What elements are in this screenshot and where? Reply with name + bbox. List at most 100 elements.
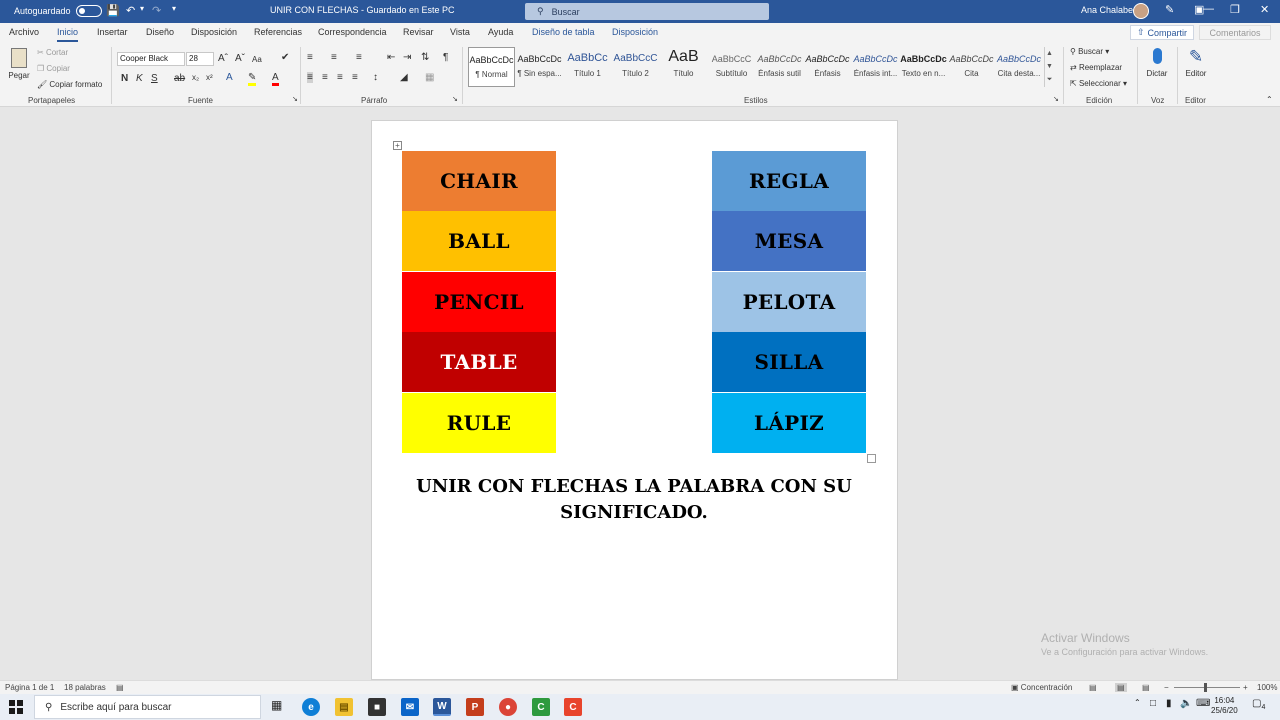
paste-button[interactable]: Pegar [8, 48, 30, 80]
close-icon[interactable]: ✕ [1260, 3, 1269, 16]
chrome-icon[interactable]: ● [499, 698, 517, 716]
tab-archivo[interactable]: Archivo [9, 27, 39, 37]
customize-toolbar-icon[interactable]: ▾ [172, 4, 176, 13]
undo-icon[interactable]: ↶ [126, 4, 135, 17]
taskbar-search-box[interactable]: ⚲ Escribe aquí para buscar [34, 695, 261, 719]
recorder-icon[interactable]: C [564, 698, 582, 716]
english-word-cell[interactable]: CHAIR [402, 151, 556, 211]
avatar[interactable] [1133, 3, 1149, 19]
clear-format-icon[interactable]: ✔ [281, 52, 289, 63]
multilevel-list-icon[interactable]: ≡ [356, 52, 362, 63]
style-enfasis-sutil[interactable]: AaBbCcDc Énfasis sutil [756, 47, 803, 87]
grow-font-icon[interactable]: Aˆ [218, 53, 228, 64]
change-case-button[interactable]: Aa [252, 55, 262, 64]
edge-icon[interactable]: e [302, 698, 320, 716]
read-mode-icon[interactable]: ▤ [1089, 683, 1097, 692]
english-word-cell[interactable]: BALL [402, 211, 556, 271]
format-painter-button[interactable]: 🖌 Copiar formato [37, 80, 102, 89]
page-count[interactable]: Página 1 de 1 [5, 683, 54, 692]
table-move-handle-icon[interactable]: + [393, 141, 402, 150]
superscript-icon[interactable]: x² [206, 73, 213, 82]
highlight-icon[interactable]: ✎ [248, 72, 257, 86]
user-name[interactable]: Ana Chalabe [1081, 5, 1133, 15]
style-cita[interactable]: AaBbCcDc Cita [948, 47, 995, 87]
spanish-word-cell[interactable]: PELOTA [712, 272, 866, 332]
underline-button[interactable]: S [151, 73, 158, 84]
numbering-icon[interactable]: ≡ [331, 52, 337, 63]
tab-correspondencia[interactable]: Correspondencia [318, 27, 387, 37]
file-explorer-icon[interactable]: ▤ [335, 698, 353, 716]
zoom-out-icon[interactable]: − [1164, 683, 1169, 692]
autosave-toggle-area[interactable]: Autoguardado [14, 5, 102, 17]
borders-icon[interactable]: ▦ [425, 72, 434, 83]
word-icon[interactable]: W [433, 698, 451, 716]
english-word-cell[interactable]: TABLE [402, 332, 556, 392]
restore-icon[interactable]: ❐ [1230, 3, 1240, 16]
show-marks-icon[interactable]: ¶ [443, 52, 448, 63]
style-subtitulo[interactable]: AaBbCcC Subtítulo [708, 47, 755, 87]
replace-button[interactable]: ⇄ Reemplazar [1070, 63, 1122, 72]
tab-insertar[interactable]: Insertar [97, 27, 128, 37]
tab-vista[interactable]: Vista [450, 27, 470, 37]
cut-button[interactable]: ✂ Cortar [37, 48, 68, 57]
microphone-tray-icon[interactable]: ▮ [1166, 698, 1172, 709]
camtasia-icon[interactable]: C [532, 698, 550, 716]
styles-dialog-launcher-icon[interactable]: ↘ [1053, 95, 1059, 103]
align-center-icon[interactable]: ≡ [322, 72, 328, 83]
style-cita-destacada[interactable]: AaBbCcDc Cita desta... [996, 47, 1042, 87]
undo-dropdown-icon[interactable]: ▾ [140, 4, 144, 13]
task-view-icon[interactable]: ▦ [271, 698, 282, 712]
comments-button[interactable]: Comentarios [1199, 25, 1271, 40]
line-spacing-icon[interactable]: ↕ [373, 72, 378, 83]
select-button[interactable]: ⇱ Seleccionar ▾ [1070, 79, 1127, 88]
italic-button[interactable]: K [136, 73, 143, 84]
focus-mode-button[interactable]: ▣ Concentración [1011, 683, 1072, 692]
tab-diseno-de-tabla[interactable]: Diseño de tabla [532, 27, 595, 37]
mail-icon[interactable]: ✉ [401, 698, 419, 716]
decrease-indent-icon[interactable]: ⇤ [387, 52, 395, 63]
powerpoint-icon[interactable]: P [466, 698, 484, 716]
web-layout-icon[interactable]: ▤ [1142, 683, 1150, 692]
clock[interactable]: 16:04 25/6/20 [1211, 696, 1238, 716]
tab-disposicion[interactable]: Disposición [191, 27, 237, 37]
bullets-icon[interactable]: ≡ [307, 52, 313, 63]
style-enfasis[interactable]: AaBbCcDc Énfasis [804, 47, 851, 87]
notifications-icon[interactable]: ▢4 [1252, 698, 1265, 711]
tab-disposicion-tabla[interactable]: Disposición [612, 27, 658, 37]
zoom-in-icon[interactable]: + [1243, 683, 1248, 692]
dictate-button[interactable]: Dictar [1143, 48, 1171, 78]
tab-ayuda[interactable]: Ayuda [488, 27, 513, 37]
spanish-word-cell[interactable]: REGLA [712, 151, 866, 211]
increase-indent-icon[interactable]: ⇥ [403, 52, 411, 63]
style-sin-espaciado[interactable]: AaBbCcDc ¶ Sin espa... [516, 47, 563, 87]
zoom-slider[interactable] [1174, 687, 1240, 688]
bold-button[interactable]: N [121, 73, 128, 84]
zoom-slider-thumb[interactable] [1204, 683, 1207, 692]
word-count[interactable]: 18 palabras [64, 683, 106, 692]
style-enfasis-intenso[interactable]: AaBbCcDc Énfasis int... [852, 47, 899, 87]
style-titulo-1[interactable]: AaBbCc Título 1 [564, 47, 611, 87]
pen-icon[interactable]: ✎ [1165, 3, 1174, 16]
style-texto-en-negrita[interactable]: AaBbCcDc Texto en n... [900, 47, 947, 87]
windows-start-icon[interactable] [9, 700, 23, 714]
strikethrough-icon[interactable]: ab [174, 73, 185, 84]
tray-overflow-icon[interactable]: ⌃ [1134, 698, 1141, 707]
table-resize-handle[interactable] [867, 454, 876, 463]
sort-icon[interactable]: ⇅ [421, 52, 429, 63]
redo-icon[interactable]: ↷ [152, 4, 161, 17]
font-name-box[interactable]: Cooper Black [117, 52, 185, 66]
justify-icon[interactable]: ≡ [352, 72, 358, 83]
tab-revisar[interactable]: Revisar [403, 27, 434, 37]
subscript-icon[interactable]: x₂ [192, 73, 199, 82]
font-size-box[interactable]: 28 [186, 52, 214, 66]
print-layout-icon[interactable]: ▤ [1115, 683, 1127, 692]
styles-gallery-scroll[interactable]: ▲ ▼ ⏷ [1044, 47, 1054, 87]
copy-button[interactable]: ❐ Copiar [37, 64, 70, 73]
find-button[interactable]: ⚲ Buscar ▾ [1070, 47, 1109, 56]
volume-icon[interactable]: 🔈 [1180, 698, 1192, 709]
font-dialog-launcher-icon[interactable]: ↘ [292, 95, 298, 103]
share-button[interactable]: ⇧ Compartir [1130, 25, 1194, 40]
spanish-word-cell[interactable]: SILLA [712, 332, 866, 392]
tab-diseno[interactable]: Diseño [146, 27, 174, 37]
font-color-icon[interactable]: A [272, 72, 279, 86]
